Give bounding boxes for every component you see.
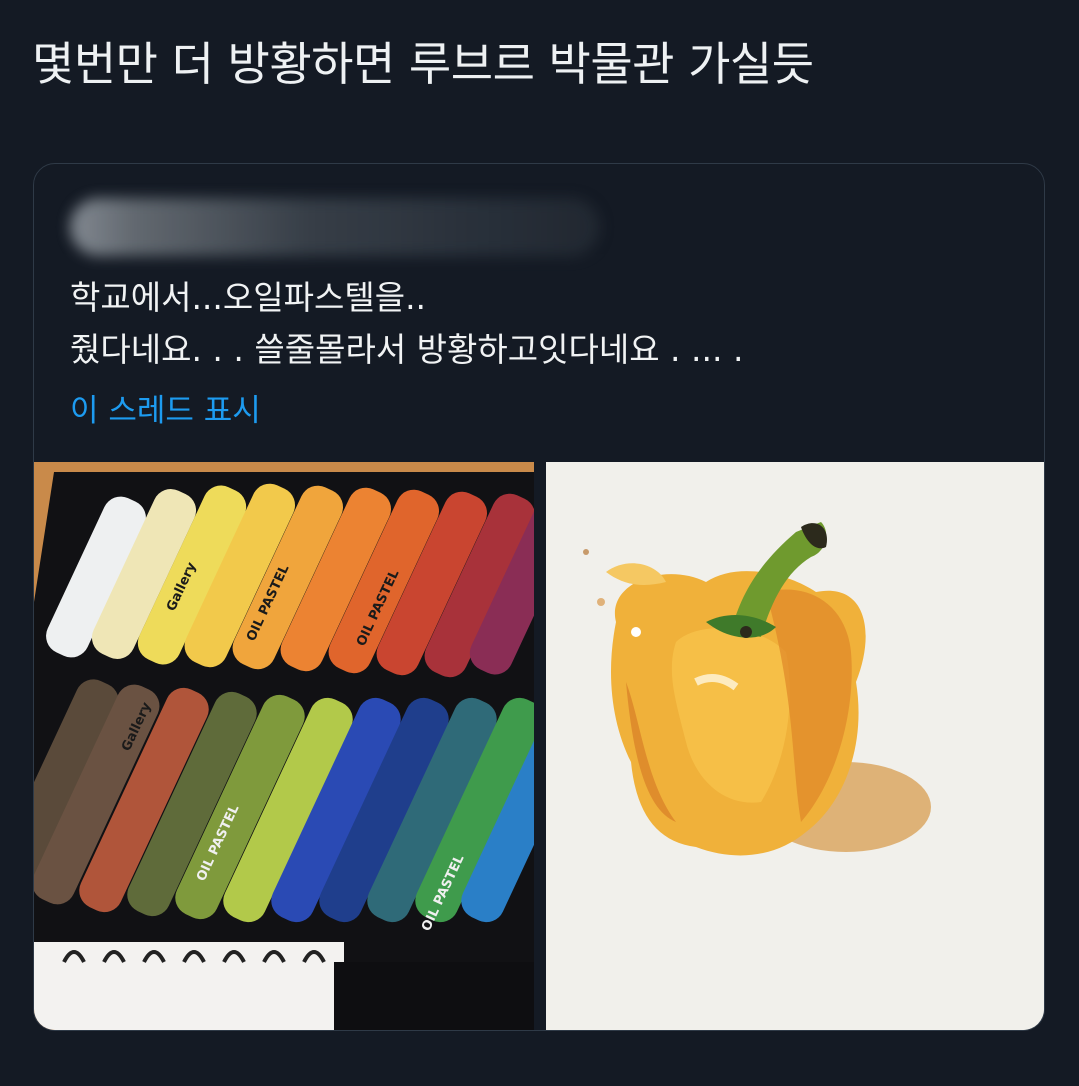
tweet-text: 학교에서...오일파스텔을.. 줬다네요. . . 쓸줄몰라서 방황하고잇다네요… <box>70 272 1030 376</box>
media-grid: OIL PASTEL Gallery OIL PASTEL Gallery OI… <box>34 462 1044 1030</box>
pepper-painting-illustration <box>546 462 1044 1030</box>
tweet-text-line-2: 줬다네요. . . 쓸줄몰라서 방황하고잇다네요 . ... . <box>70 330 744 369</box>
quoted-tweet-card[interactable]: 학교에서...오일파스텔을.. 줬다네요. . . 쓸줄몰라서 방황하고잇다네요… <box>33 163 1045 1031</box>
pastel-box-illustration: OIL PASTEL Gallery OIL PASTEL Gallery OI… <box>34 462 534 1030</box>
show-thread-link[interactable]: 이 스레드 표시 <box>70 386 261 436</box>
tweet-text-line-1: 학교에서...오일파스텔을.. <box>70 278 427 317</box>
pastel-box-photo[interactable]: OIL PASTEL Gallery OIL PASTEL Gallery OI… <box>34 462 534 1030</box>
pepper-painting-photo[interactable] <box>546 462 1044 1030</box>
post-title: 몇번만 더 방황하면 루브르 박물관 가실듯 <box>32 37 814 91</box>
blurred-author <box>70 198 600 256</box>
